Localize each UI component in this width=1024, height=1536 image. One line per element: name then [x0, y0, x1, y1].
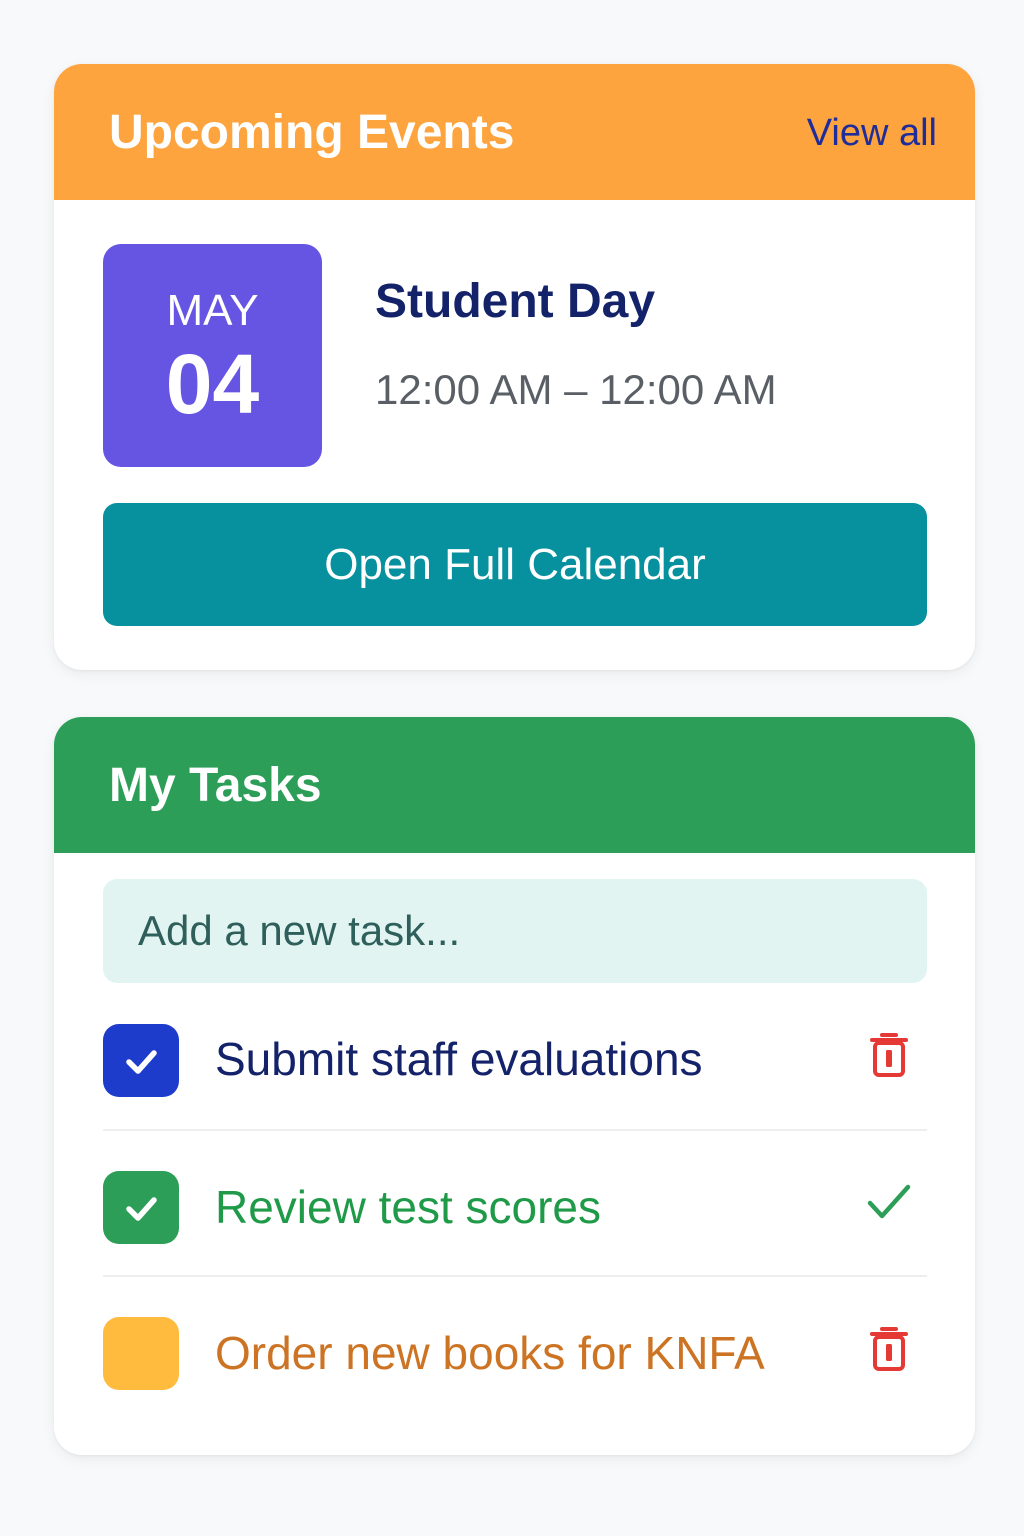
task-row: Review test scores — [103, 1131, 927, 1277]
event-title[interactable]: Student Day — [375, 274, 655, 329]
checkmark-icon — [126, 1196, 157, 1221]
task-row: Submit staff evaluations — [103, 983, 927, 1131]
task-label: Review test scores — [215, 1181, 602, 1233]
task-label: Submit staff evaluations — [215, 1033, 703, 1085]
my-tasks-card: My Tasks Submit staff evaluations Review… — [54, 717, 975, 1455]
task-checkbox[interactable] — [103, 1317, 179, 1390]
task-checkbox[interactable] — [103, 1171, 179, 1244]
checkmark-icon — [865, 1175, 913, 1229]
tasks-header: My Tasks — [54, 717, 975, 853]
checkmark-icon — [126, 1049, 157, 1074]
task-checkbox[interactable] — [103, 1024, 179, 1097]
task-label: Order new books for KNFA — [215, 1327, 765, 1379]
open-full-calendar-button[interactable]: Open Full Calendar — [103, 503, 927, 626]
upcoming-events-card: Upcoming Events View all MAY 04 Student … — [54, 64, 975, 670]
event-day: 04 — [165, 337, 260, 431]
event-month: MAY — [166, 286, 259, 335]
trash-icon[interactable] — [865, 1321, 913, 1375]
event-time: 12:00 AM – 12:00 AM — [375, 366, 777, 413]
view-all-link[interactable]: View all — [807, 112, 937, 155]
events-title: Upcoming Events — [109, 105, 515, 159]
new-task-input[interactable] — [103, 879, 927, 983]
task-row: Order new books for KNFA — [103, 1277, 927, 1423]
trash-icon[interactable] — [865, 1027, 913, 1081]
tasks-title: My Tasks — [109, 758, 322, 812]
events-header: Upcoming Events View all — [54, 64, 975, 200]
event-date-tile: MAY 04 — [103, 244, 322, 467]
